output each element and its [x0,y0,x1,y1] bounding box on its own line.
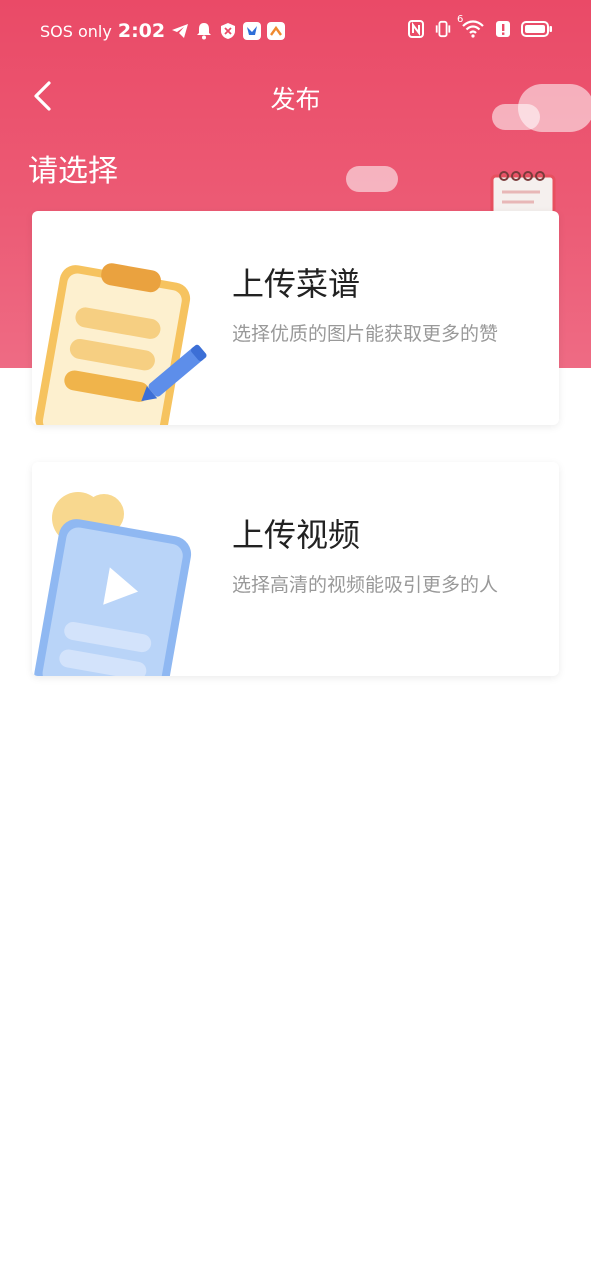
upload-recipe-title: 上传菜谱 [232,265,361,303]
wifi-icon: 6 [457,14,485,38]
shield-icon [219,22,237,40]
status-bar: SOS only 2:02 6 [0,0,591,66]
vibrate-icon [434,20,452,38]
status-bar-left: SOS only 2:02 [40,20,286,42]
telegram-icon [171,22,189,40]
cloud-decoration [346,166,398,192]
nav-bar: 发布 [0,66,591,128]
upload-recipe-description: 选择优质的图片能获取更多的赞 [232,323,499,345]
page-title: 发布 [270,85,321,114]
app-icon-orange [267,22,286,40]
alert-icon [494,20,512,38]
app-icon-blue [243,22,262,40]
status-bar-right: 6 [407,14,553,38]
upload-video-description: 选择高清的视频能吸引更多的人 [232,574,499,596]
clock: 2:02 [117,20,166,42]
battery-icon [521,20,553,38]
publish-screen: SOS only 2:02 6 发布 请选择 上传菜谱 选择优质的图片能获取更多… [0,0,591,1280]
clipboard-pencil-icon [32,211,222,425]
upload-video-title: 上传视频 [232,516,361,554]
bell-icon [195,22,213,40]
section-title: 请选择 [28,154,118,189]
nfc-icon [407,20,425,38]
video-play-icon [32,462,222,676]
upload-video-card[interactable]: 上传视频 选择高清的视频能吸引更多的人 [32,462,559,676]
wifi-badge: 6 [457,14,464,25]
carrier-text: SOS only [40,21,112,41]
upload-recipe-card[interactable]: 上传菜谱 选择优质的图片能获取更多的赞 [32,211,559,425]
